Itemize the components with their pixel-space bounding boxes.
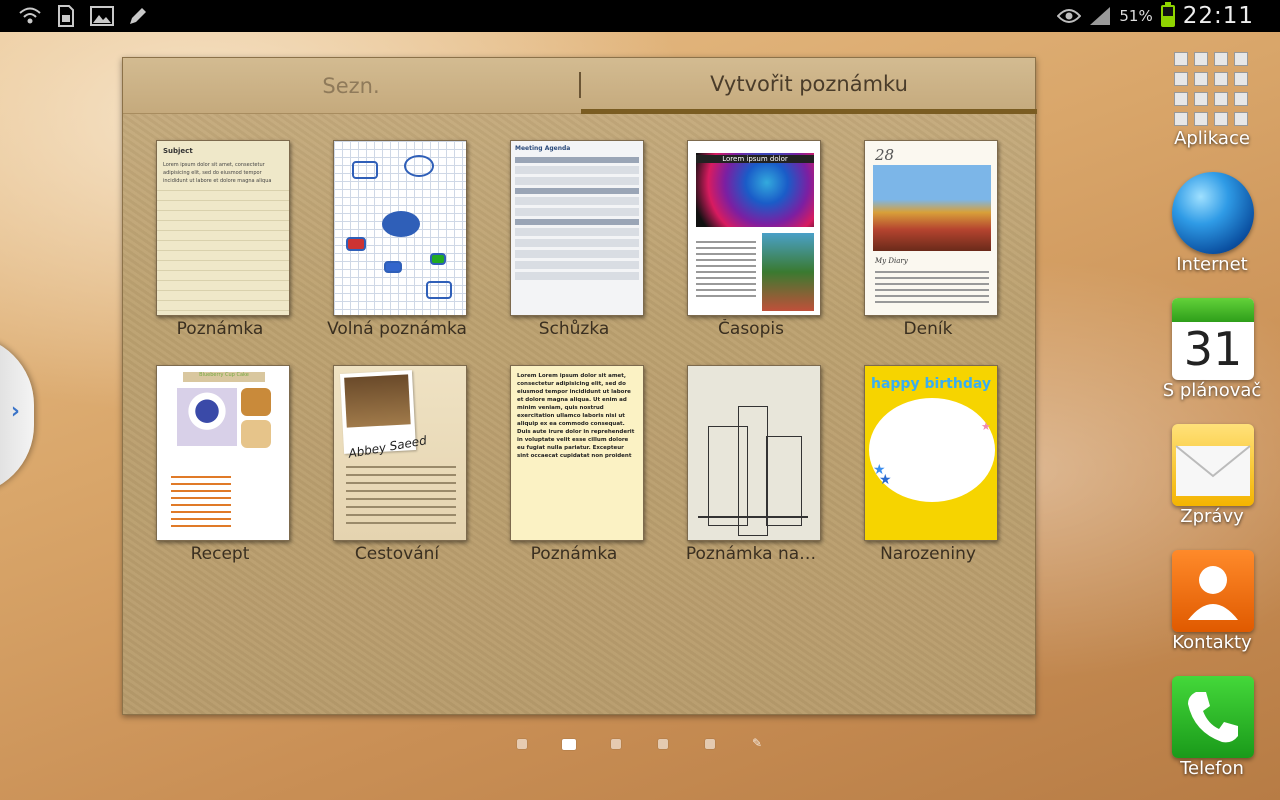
template-thumbnail: Meeting Agenda: [510, 140, 644, 316]
dock-internet[interactable]: Internet: [1160, 166, 1270, 286]
template-thumbnail: Blueberry Cup Cake: [156, 365, 290, 541]
thumb-subject: Subject: [157, 141, 289, 161]
dock-label: Telefon: [1180, 758, 1244, 779]
memo-widget: Sezn. Vytvořit poznámku Subject Lorem ip…: [122, 57, 1037, 715]
dock-contacts[interactable]: Kontakty: [1160, 544, 1270, 664]
pen-icon[interactable]: ✎: [752, 736, 762, 750]
template-label: Narozeniny: [880, 544, 976, 564]
thumb-date: 28: [875, 146, 895, 164]
thumb-title: Lorem ipsum dolor: [696, 155, 814, 163]
clock: 22:11: [1182, 3, 1254, 29]
thumb-title: happy birthday: [871, 376, 992, 392]
pen-icon: [126, 5, 150, 27]
side-panel-handle[interactable]: ›: [0, 335, 34, 495]
template-thumbnail: [687, 365, 821, 541]
template-thumbnail: Lorem ipsum dolor: [687, 140, 821, 316]
template-label: Poznámka na…: [685, 544, 817, 564]
dock-label: Kontakty: [1172, 632, 1252, 653]
dock-planner[interactable]: 31 S plánovač: [1160, 292, 1270, 412]
dock-label: Internet: [1176, 254, 1248, 275]
thumb-caption: My Diary: [875, 257, 908, 265]
page-dot[interactable]: [705, 739, 715, 749]
dock-label: S plánovač: [1162, 380, 1262, 401]
chevron-right-icon: ›: [10, 399, 20, 424]
tab-list[interactable]: Sezn.: [123, 58, 579, 114]
dock-label: Aplikace: [1174, 128, 1250, 149]
page-dot[interactable]: [611, 739, 621, 749]
template-label: Časopis: [718, 319, 784, 339]
calendar-icon: 31: [1172, 298, 1254, 380]
globe-icon: [1172, 172, 1254, 254]
template-label: Deník: [903, 319, 953, 339]
wifi-icon: [18, 5, 42, 27]
template-label: Volná poznámka: [327, 319, 467, 339]
envelope-icon: [1172, 424, 1254, 506]
notification-icons: [0, 5, 150, 27]
eye-icon: [1057, 5, 1082, 27]
tab-bar: Sezn. Vytvořit poznámku: [123, 58, 1037, 114]
template-label: Schůzka: [538, 319, 610, 339]
thumb-text: Lorem ipsum dolor sit amet, consectetur …: [157, 161, 289, 185]
dock-label: Zprávy: [1180, 506, 1244, 527]
template-thumbnail: [333, 140, 467, 316]
star-icon: ★: [879, 472, 892, 488]
template-label: Poznámka: [530, 544, 618, 564]
status-bar: 51% 22:11: [0, 0, 1280, 32]
thumb-title: Blueberry Cup Cake: [183, 372, 265, 382]
template-thumbnail: happy birthday ★ ★ ★: [864, 365, 998, 541]
page-indicator: ✎: [0, 736, 1280, 752]
battery-percent: 51%: [1119, 7, 1153, 25]
calendar-day: 31: [1183, 322, 1243, 376]
sim-icon: [54, 5, 78, 27]
template-label: Cestování: [354, 544, 440, 564]
battery-icon: [1160, 2, 1175, 27]
gallery-icon: [90, 5, 114, 27]
page-dot[interactable]: [517, 739, 527, 749]
template-thumbnail: Abbey Saeed: [333, 365, 467, 541]
star-icon: ★: [981, 420, 991, 433]
thumb-text: Lorem Lorem ipsum dolor sit amet, consec…: [517, 373, 635, 459]
template-thumbnail: Lorem Lorem ipsum dolor sit amet, consec…: [510, 365, 644, 541]
signal-icon: [1090, 7, 1111, 25]
template-thumbnail: 28 My Diary: [864, 140, 998, 316]
phone-icon: [1172, 676, 1254, 758]
thumb-title: Meeting Agenda: [515, 145, 571, 152]
apps-grid-icon: [1172, 46, 1254, 128]
dock-messages[interactable]: Zprávy: [1160, 418, 1270, 538]
page-dot[interactable]: [658, 739, 668, 749]
template-label: Poznámka: [176, 319, 264, 339]
battery-level: [1162, 15, 1173, 25]
dock-apps[interactable]: Aplikace: [1160, 40, 1270, 160]
page-dot-active[interactable]: [562, 739, 576, 750]
system-status: 51% 22:11: [1057, 2, 1280, 29]
contact-icon: [1172, 550, 1254, 632]
tab-create-memo[interactable]: Vytvořit poznámku: [581, 58, 1037, 114]
template-label: Recept: [190, 544, 250, 564]
dock-phone[interactable]: Telefon: [1160, 670, 1270, 790]
template-thumbnail: Subject Lorem ipsum dolor sit amet, cons…: [156, 140, 290, 316]
